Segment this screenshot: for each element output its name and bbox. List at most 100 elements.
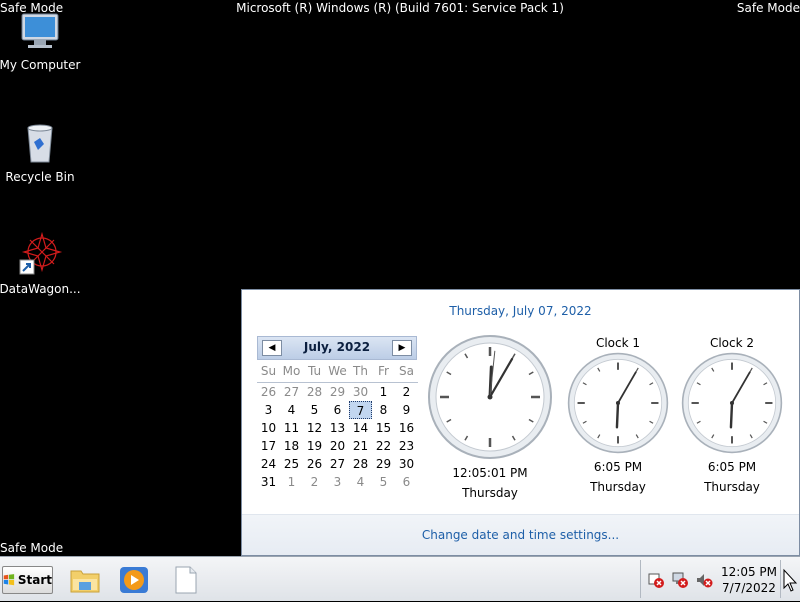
calendar-day-cell[interactable]: 28 — [303, 383, 326, 401]
desktop-icon-recycle-bin[interactable]: Recycle Bin — [0, 118, 82, 184]
calendar-day-cell[interactable]: 4 — [349, 473, 372, 491]
clock-day: Thursday — [704, 480, 760, 494]
local-clock: 12:05:01 PM Thursday — [427, 334, 553, 500]
calendar-day-cell[interactable]: 3 — [326, 473, 349, 491]
calendar-day-cell[interactable]: 30 — [349, 383, 372, 401]
calendar-day-cell[interactable]: 24 — [257, 455, 280, 473]
flyout-long-date[interactable]: Thursday, July 07, 2022 — [242, 304, 799, 318]
desktop-icon-label: Recycle Bin — [5, 170, 75, 184]
calendar-day-cell[interactable]: 16 — [395, 419, 418, 437]
calendar-day-cell[interactable]: 3 — [257, 401, 280, 419]
calendar-day-cell[interactable]: 29 — [372, 455, 395, 473]
recycle-bin-icon — [16, 118, 64, 166]
calendar-grid: Su Mo Tu We Th Fr Sa 26 27 28 29 30 1 2 3 4 5 6 7 8 9 10 11 12 1… — [257, 364, 418, 491]
mouse-cursor-icon — [783, 568, 798, 592]
windows-explorer-icon[interactable] — [69, 565, 101, 595]
volume-muted-icon[interactable] — [695, 571, 713, 589]
clock-name: Clock 2 — [709, 336, 755, 350]
safe-mode-label-bottom-left: Safe Mode — [0, 541, 64, 555]
network-disconnected-icon[interactable] — [671, 571, 689, 589]
calendar-day-cell[interactable]: 13 — [326, 419, 349, 437]
desktop-icon-datawagon[interactable]: DataWagon... — [0, 230, 82, 296]
calendar-day-cell[interactable]: 2 — [303, 473, 326, 491]
calendar-day-cell[interactable]: 27 — [280, 383, 303, 401]
calendar-day-header: Mo — [280, 364, 303, 383]
calendar-day-cell[interactable]: 12 — [303, 419, 326, 437]
calendar-day-header: Su — [257, 364, 280, 383]
calendar-day-cell[interactable]: 23 — [395, 437, 418, 455]
calendar-day-cell[interactable]: 28 — [349, 455, 372, 473]
calendar-day-cell[interactable]: 27 — [326, 455, 349, 473]
calendar-day-cell[interactable]: 10 — [257, 419, 280, 437]
next-month-button[interactable]: ▶ — [392, 340, 412, 356]
calendar-day-cell[interactable]: 15 — [372, 419, 395, 437]
additional-clock-2: Clock 2 6:05 PM Thursday — [681, 336, 783, 494]
calendar-day-cell[interactable]: 29 — [326, 383, 349, 401]
clock-hour-hand — [729, 401, 734, 429]
analog-clock-face — [428, 335, 552, 459]
calendar-day-cell[interactable]: 7 — [349, 401, 372, 419]
show-desktop-button[interactable] — [780, 560, 799, 598]
calendar-day-cell[interactable]: 30 — [395, 455, 418, 473]
calendar-day-cell[interactable]: 5 — [372, 473, 395, 491]
analog-clock-face — [681, 352, 783, 454]
clock-time: 6:05 PM — [707, 460, 757, 474]
change-date-time-settings-link[interactable]: Change date and time settings... — [242, 528, 799, 542]
calendar-day-cell[interactable]: 25 — [280, 455, 303, 473]
calendar-day-cell[interactable]: 11 — [280, 419, 303, 437]
clock-name: Clock 1 — [595, 336, 641, 350]
build-info: Microsoft (R) Windows (R) (Build 7601: S… — [236, 1, 564, 15]
calendar-day-cell[interactable]: 17 — [257, 437, 280, 455]
tray-time: 12:05 PM — [721, 565, 777, 579]
calendar-day-cell[interactable]: 9 — [395, 401, 418, 419]
calendar-day-cell[interactable]: 5 — [303, 401, 326, 419]
analog-clock-face — [567, 352, 669, 454]
blank-document-icon[interactable] — [170, 565, 202, 595]
clock-time: 12:05:01 PM — [452, 466, 528, 480]
calendar-day-cell[interactable]: 22 — [372, 437, 395, 455]
calendar-day-cell[interactable]: 26 — [303, 455, 326, 473]
calendar-day-cell[interactable]: 18 — [280, 437, 303, 455]
action-center-icon[interactable] — [647, 571, 665, 589]
clock-center-pin — [615, 400, 621, 406]
calendar-day-cell[interactable]: 6 — [395, 473, 418, 491]
datawagon-shortcut-icon — [16, 230, 64, 278]
calendar-day-cell[interactable]: 4 — [280, 401, 303, 419]
clock-hour-hand — [615, 401, 620, 429]
clock-day: Thursday — [462, 486, 518, 500]
taskbar-clock[interactable]: 12:05 PM 7/7/2022 — [721, 564, 777, 596]
calendar-day-cell[interactable]: 1 — [372, 383, 395, 401]
calendar-day-cell[interactable]: 20 — [326, 437, 349, 455]
clock-center-pin — [729, 400, 735, 406]
taskbar: Start 12:05 PM 7/7/2022 — [0, 556, 800, 601]
calendar-day-cell[interactable]: 14 — [349, 419, 372, 437]
date-time-flyout: Thursday, July 07, 2022 ◀ July, 2022 ▶ S… — [241, 289, 800, 556]
calendar-day-cell[interactable]: 31 — [257, 473, 280, 491]
calendar-day-header: Tu — [303, 364, 326, 383]
start-button[interactable]: Start — [2, 566, 53, 594]
desktop-icon-label: My Computer — [0, 58, 81, 72]
computer-icon — [16, 6, 64, 54]
calendar-day-cell[interactable]: 1 — [280, 473, 303, 491]
additional-clock-1: Clock 1 6:05 PM Thursday — [567, 336, 669, 494]
media-player-icon[interactable] — [118, 565, 150, 595]
clock-day: Thursday — [590, 480, 646, 494]
calendar-day-cell[interactable]: 6 — [326, 401, 349, 419]
start-label: Start — [17, 573, 52, 587]
desktop-icon-label: DataWagon... — [0, 282, 81, 296]
clock-time: 6:05 PM — [593, 460, 643, 474]
calendar-day-header: Sa — [395, 364, 418, 383]
calendar-day-cell[interactable]: 26 — [257, 383, 280, 401]
windows-logo-icon — [3, 574, 15, 586]
calendar-day-cell[interactable]: 21 — [349, 437, 372, 455]
calendar-day-header: We — [326, 364, 349, 383]
calendar: ◀ July, 2022 ▶ Su Mo Tu We Th Fr Sa 26 27 28 29 30 1… — [257, 336, 418, 491]
desktop-icon-my-computer[interactable]: My Computer — [0, 6, 82, 72]
calendar-day-cell[interactable]: 19 — [303, 437, 326, 455]
safe-mode-label-top-right: Safe Mode — [736, 1, 800, 15]
calendar-day-cell[interactable]: 2 — [395, 383, 418, 401]
calendar-header: ◀ July, 2022 ▶ — [257, 336, 417, 360]
notification-area: 12:05 PM 7/7/2022 — [640, 560, 799, 598]
calendar-day-cell[interactable]: 8 — [372, 401, 395, 419]
calendar-day-header: Th — [349, 364, 372, 383]
